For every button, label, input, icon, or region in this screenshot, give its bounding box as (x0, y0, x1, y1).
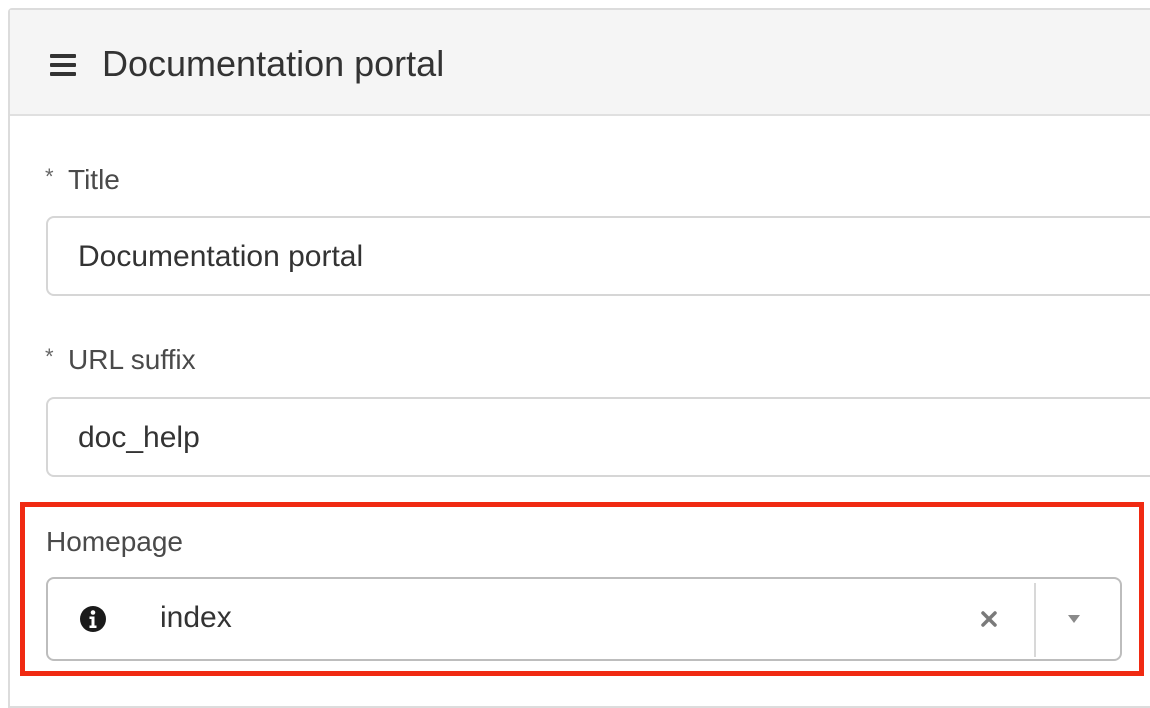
close-icon[interactable] (978, 608, 1000, 630)
panel-title: Documentation portal (102, 43, 445, 84)
required-marker: * (45, 164, 54, 189)
title-input[interactable]: Documentation portal (46, 216, 1150, 296)
panel-header: Documentation portal (10, 10, 1150, 116)
select-divider (1034, 583, 1036, 657)
title-input-value: Documentation portal (78, 240, 364, 273)
homepage-label: Homepage (46, 526, 183, 557)
url-suffix-input-value: doc_help (78, 421, 200, 454)
info-icon (80, 606, 106, 632)
url-suffix-input[interactable]: doc_help (46, 397, 1150, 477)
caret-down-icon[interactable] (1066, 613, 1082, 625)
homepage-select[interactable]: index (46, 577, 1122, 661)
required-marker: * (45, 344, 54, 369)
title-label: Title (68, 164, 120, 195)
homepage-selected-value: index (160, 601, 232, 634)
url-suffix-label: URL suffix (68, 344, 196, 375)
hamburger-menu-icon[interactable] (50, 54, 76, 76)
